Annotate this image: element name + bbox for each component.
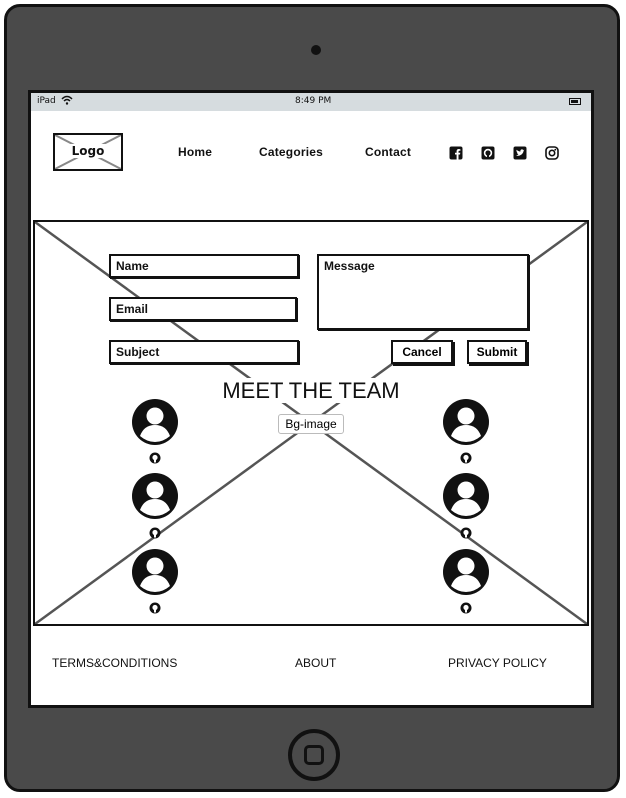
submit-button[interactable]: Submit xyxy=(467,340,527,364)
wifi-icon xyxy=(61,95,73,108)
name-field[interactable]: Name xyxy=(109,254,299,278)
logo-placeholder[interactable]: Logo xyxy=(53,133,123,171)
screen: iPad 8:49 PM Logo Home Categories Contac… xyxy=(28,90,594,708)
team-avatar-icon xyxy=(132,549,178,595)
nav-categories[interactable]: Categories xyxy=(259,145,323,159)
team-avatar-icon xyxy=(443,399,489,445)
github-icon[interactable] xyxy=(460,452,472,464)
home-button[interactable] xyxy=(288,729,340,781)
footer-privacy-link[interactable]: PRIVACY POLICY xyxy=(448,656,547,670)
subject-field[interactable]: Subject xyxy=(109,340,299,364)
github-icon[interactable] xyxy=(481,146,495,160)
footer-terms-link[interactable]: TERMS&CONDITIONS xyxy=(52,656,177,670)
cancel-button[interactable]: Cancel xyxy=(391,340,453,364)
nav-home[interactable]: Home xyxy=(178,145,212,159)
team-avatar-icon xyxy=(443,549,489,595)
team-avatar-icon xyxy=(443,473,489,519)
camera-dot xyxy=(311,45,321,55)
facebook-icon[interactable] xyxy=(449,146,463,160)
status-time: 8:49 PM xyxy=(295,96,332,106)
message-field[interactable]: Message xyxy=(317,254,529,330)
footer-about-link[interactable]: ABOUT xyxy=(295,656,336,670)
github-icon[interactable] xyxy=(460,602,472,614)
team-avatar-icon xyxy=(132,473,178,519)
home-button-square xyxy=(304,745,324,765)
battery-icon xyxy=(569,98,581,105)
nav-contact[interactable]: Contact xyxy=(365,145,411,159)
github-icon[interactable] xyxy=(460,527,472,539)
bg-image-label: Bg-image xyxy=(278,414,344,434)
hero-section: Name Email Subject Message Cancel Submit… xyxy=(33,220,589,626)
logo-label: Logo xyxy=(69,144,107,158)
team-avatar-icon xyxy=(132,399,178,445)
team-heading-text: MEET THE TEAM xyxy=(220,378,402,403)
github-icon[interactable] xyxy=(149,452,161,464)
email-field[interactable]: Email xyxy=(109,297,297,321)
carrier-label: iPad xyxy=(37,96,56,106)
instagram-icon[interactable] xyxy=(545,146,559,160)
status-bar: iPad 8:49 PM xyxy=(31,93,591,111)
twitter-icon[interactable] xyxy=(513,146,527,160)
github-icon[interactable] xyxy=(149,527,161,539)
github-icon[interactable] xyxy=(149,602,161,614)
team-heading: MEET THE TEAM xyxy=(35,378,587,404)
